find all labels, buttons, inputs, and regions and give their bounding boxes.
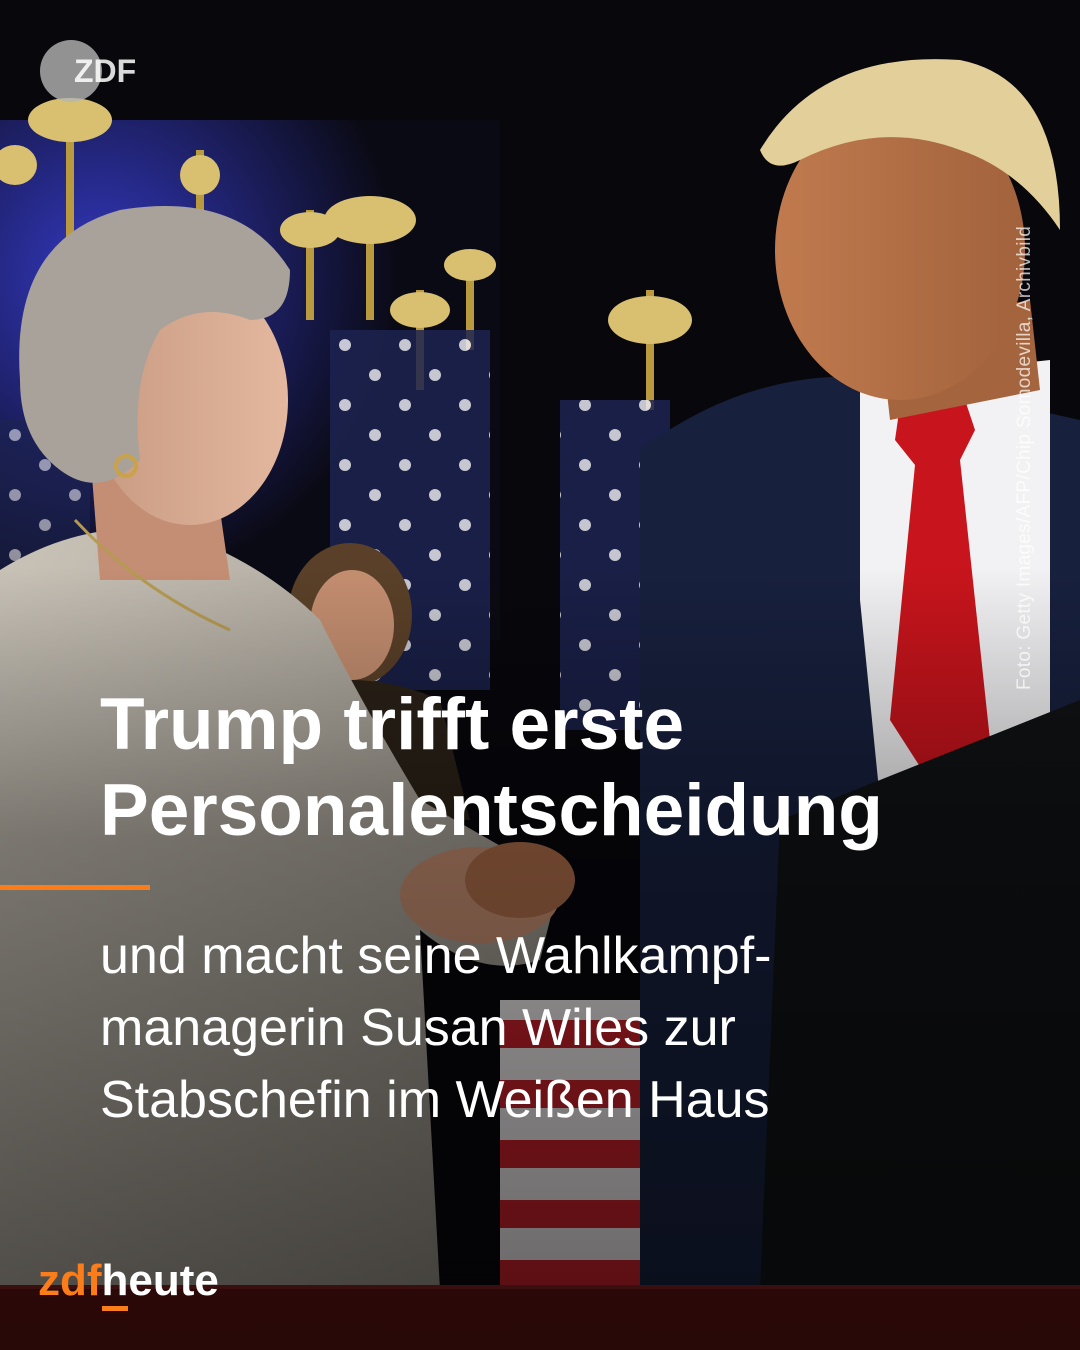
zdf-logo-text: ZDF: [74, 53, 136, 89]
subline-line-3: Stabschefin im Weißen Haus: [100, 1071, 770, 1129]
headline-line-1: Trump trifft erste: [100, 684, 685, 765]
accent-divider: [0, 885, 150, 890]
subline-line-2: managerin Susan Wiles zur: [100, 999, 736, 1057]
headline-line-2: Personalentscheidung: [100, 770, 883, 851]
brand-heute: heute: [101, 1256, 219, 1311]
headline: Trump trifft erste Personalentscheidung: [100, 682, 1000, 854]
zdfheute-brand-logo: zdfheute: [38, 1255, 219, 1315]
photo-credit: Foto: Getty Images/AFP/Chip Somodevilla,…: [1014, 225, 1035, 690]
subline-line-1: und macht seine Wahlkampf-: [100, 927, 772, 985]
subline: und macht seine Wahlkampf- managerin Sus…: [100, 920, 1000, 1136]
text-shade: [0, 0, 1080, 1350]
brand-underline: [101, 1306, 128, 1311]
zdf-logo-icon: ZDF: [40, 40, 136, 102]
brand-heute-text: heute: [101, 1256, 219, 1305]
brand-zdf: zdf: [38, 1256, 102, 1305]
